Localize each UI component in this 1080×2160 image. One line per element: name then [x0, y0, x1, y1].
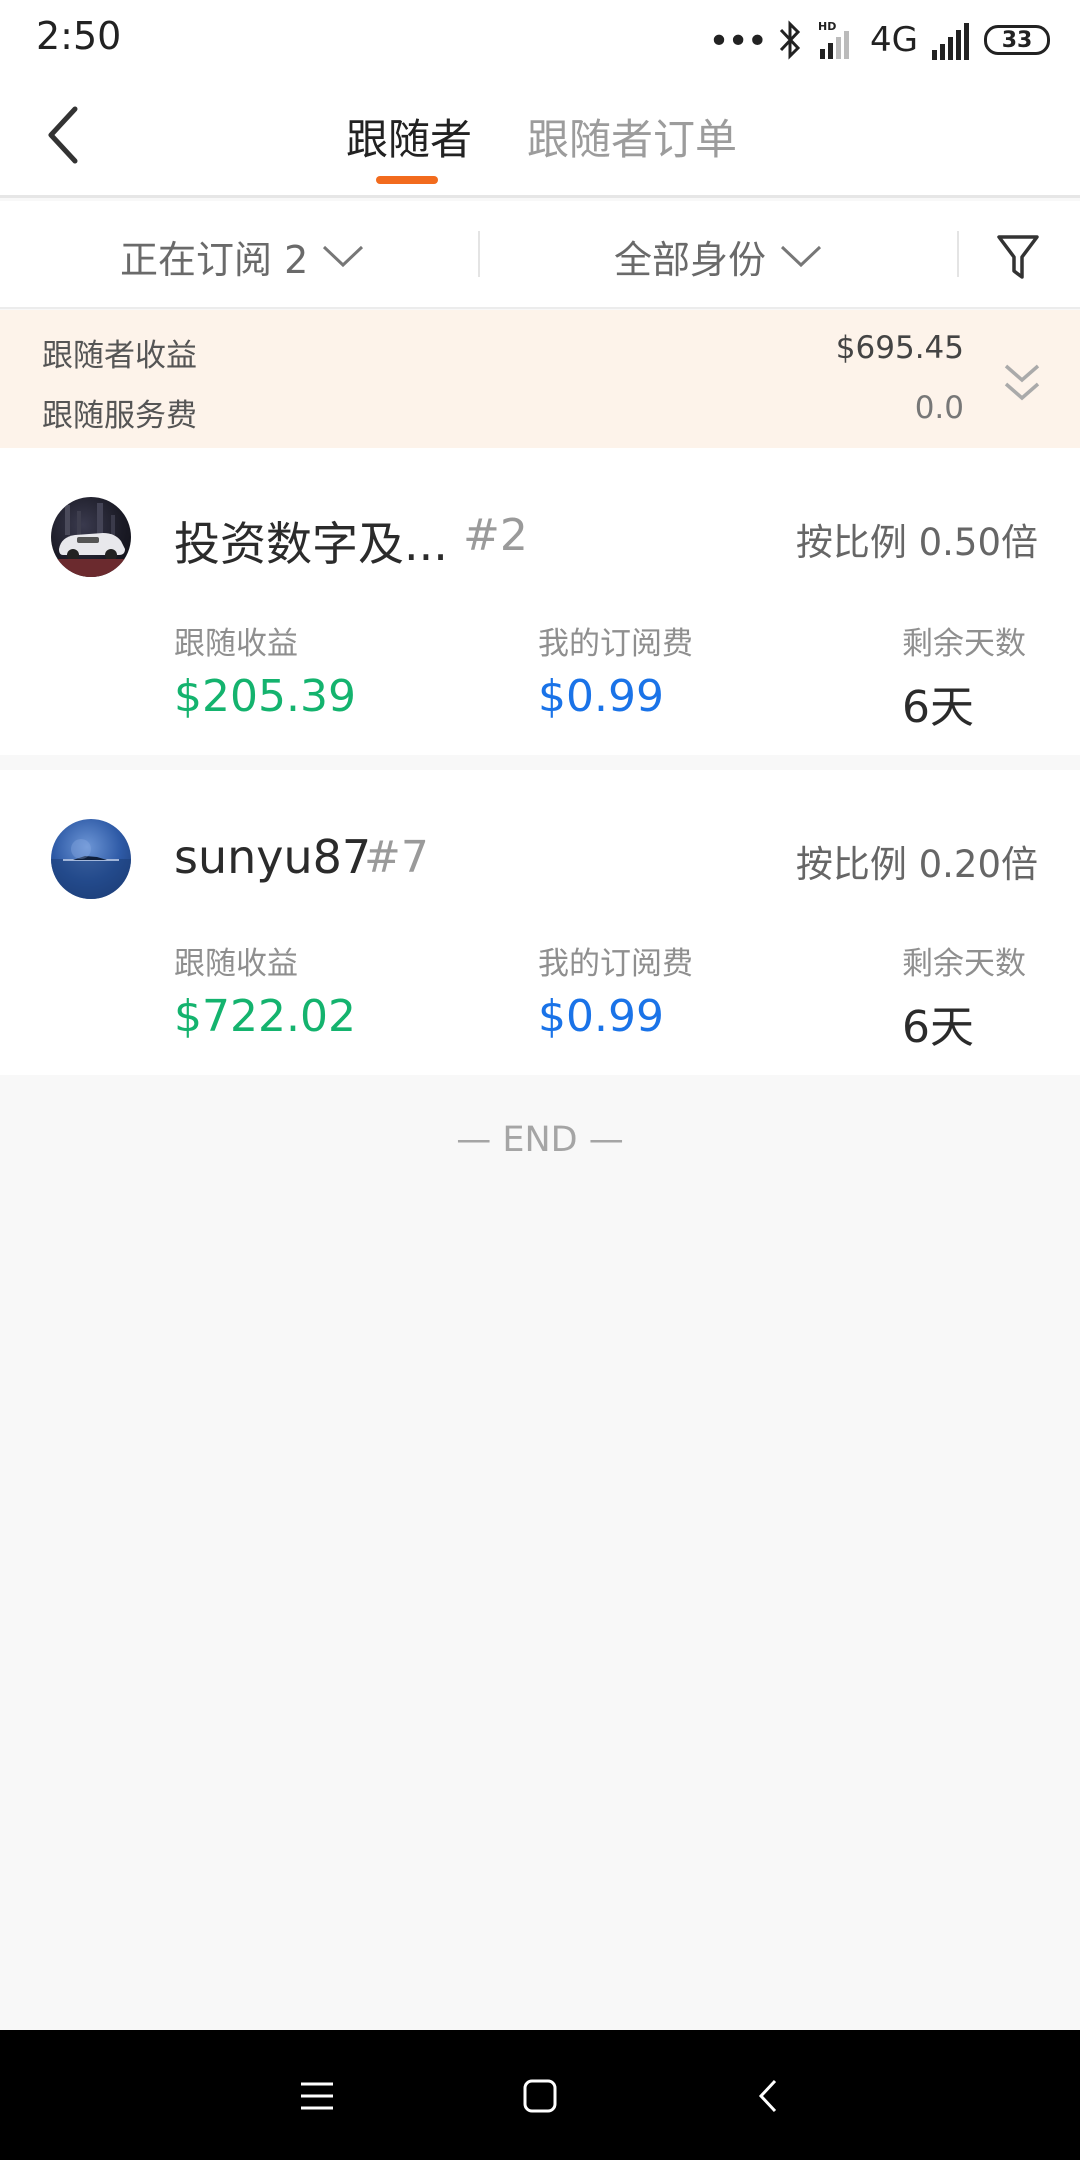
divider [478, 231, 480, 277]
subscription-fee-value: $0.99 [538, 991, 664, 1042]
active-tab-indicator [376, 176, 438, 184]
subscription-fee-value: $0.99 [538, 671, 664, 722]
system-navigation-bar [0, 2030, 1080, 2160]
avatar [51, 497, 131, 577]
earnings-value: $722.02 [174, 991, 356, 1042]
remaining-days-label: 剩余天数 [902, 626, 1026, 662]
filter-button[interactable] [990, 229, 1046, 285]
follower-card[interactable]: 投资数字及... #2 按比例 0.50倍 跟随收益 $205.39 我的订阅费… [0, 448, 1080, 755]
follower-earnings-value: $695.45 [835, 330, 964, 366]
subscription-fee-column: 我的订阅费 $0.99 [538, 938, 693, 1042]
dots-icon: ••• [708, 21, 768, 62]
remaining-days-column: 剩余天数 6天 [902, 618, 1026, 735]
subscription-fee-label: 我的订阅费 [538, 626, 693, 662]
role-filter[interactable]: 全部身份 [614, 229, 822, 283]
hd-signal-icon: HD [818, 20, 850, 59]
filter-bar: 正在订阅 2 全部身份 [0, 201, 1080, 309]
follower-name: sunyu87 [174, 830, 372, 884]
remaining-days-label: 剩余天数 [902, 946, 1026, 982]
follower-rank: #2 [463, 510, 528, 561]
status-time: 2:50 [36, 14, 122, 58]
tab-followers[interactable]: 跟随者 [346, 106, 472, 167]
status-bar: 2:50 ••• HD 4G 33 [0, 0, 1080, 78]
remaining-days-value: 6天 [902, 1002, 974, 1053]
divider [957, 231, 959, 277]
earnings-column: 跟随收益 $205.39 [174, 618, 356, 722]
follower-earnings-label: 跟随者收益 [42, 338, 197, 374]
follow-ratio: 按比例 0.20倍 [795, 843, 1038, 886]
back-icon [758, 2079, 777, 2113]
role-filter-label: 全部身份 [614, 237, 767, 282]
battery-icon: 33 [984, 25, 1050, 55]
system-back-button[interactable] [740, 2068, 796, 2124]
subscription-fee-column: 我的订阅费 $0.99 [538, 618, 693, 722]
service-fee-label: 跟随服务费 [42, 398, 197, 434]
menu-icon [301, 2082, 333, 2110]
home-icon [523, 2079, 557, 2113]
subscription-fee-label: 我的订阅费 [538, 946, 693, 982]
svg-text:HD: HD [818, 20, 836, 33]
remaining-days-value: 6天 [902, 682, 974, 733]
earnings-column: 跟随收益 $722.02 [174, 938, 356, 1042]
signal-icon [932, 23, 969, 60]
back-button[interactable] [28, 100, 98, 170]
follower-rank: #7 [364, 832, 429, 883]
funnel-icon [997, 235, 1039, 279]
top-navigation: 跟随者 跟随者订单 [0, 78, 1080, 198]
status-icons: ••• HD 4G 33 [708, 18, 1050, 62]
menu-button[interactable] [289, 2068, 345, 2124]
network-type: 4G [870, 20, 918, 60]
earnings-label: 跟随收益 [174, 946, 298, 982]
earnings-summary: 跟随者收益 $695.45 跟随服务费 0.0 [0, 310, 1080, 448]
subscription-filter[interactable]: 正在订阅 2 [120, 229, 364, 283]
avatar-water-image [51, 839, 131, 899]
follow-ratio: 按比例 0.50倍 [795, 521, 1038, 564]
chevron-down-icon [780, 245, 822, 268]
chevron-left-icon [48, 106, 78, 164]
avatar [51, 819, 131, 899]
service-fee-value: 0.0 [914, 390, 964, 426]
double-chevron-down-icon[interactable] [1000, 360, 1044, 410]
earnings-label: 跟随收益 [174, 626, 298, 662]
tab-follower-orders[interactable]: 跟随者订单 [527, 106, 737, 167]
subscription-filter-label: 正在订阅 2 [120, 237, 309, 282]
chevron-down-icon [323, 245, 364, 268]
follower-name: 投资数字及... [174, 517, 448, 571]
home-button[interactable] [512, 2068, 568, 2124]
earnings-value: $205.39 [174, 671, 356, 722]
battery-level: 33 [1001, 27, 1033, 53]
follower-card[interactable]: sunyu87 #7 按比例 0.20倍 跟随收益 $722.02 我的订阅费 … [0, 770, 1080, 1075]
bluetooth-icon [779, 20, 801, 60]
list-end-marker: — END — [456, 1120, 624, 1160]
avatar-car-image [51, 503, 131, 577]
remaining-days-column: 剩余天数 6天 [902, 938, 1026, 1055]
